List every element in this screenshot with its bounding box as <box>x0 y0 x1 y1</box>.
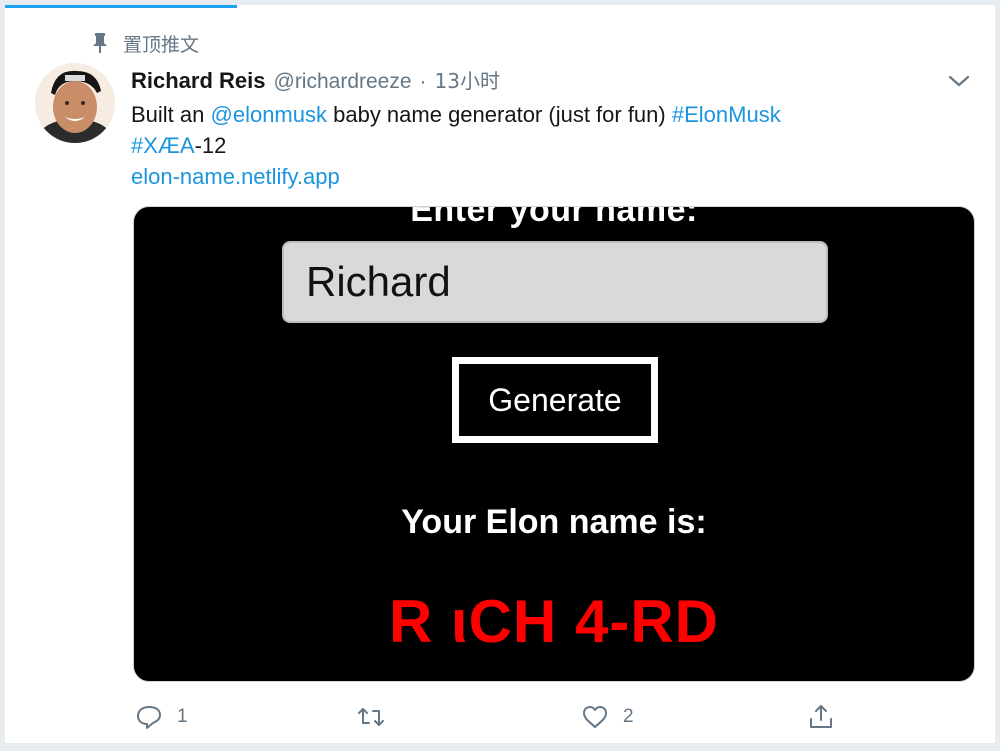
pin-icon <box>93 33 107 53</box>
like-count: 2 <box>623 706 634 727</box>
author-name[interactable]: Richard Reis <box>131 68 266 94</box>
more-options-button[interactable] <box>945 67 973 95</box>
tweet-text-end: -12 <box>194 133 227 158</box>
like-button[interactable]: 2 <box>581 699 634 735</box>
mention-link[interactable]: @elonmusk <box>211 102 328 127</box>
tweet-text: Built an @elonmusk baby name generator (… <box>131 99 951 161</box>
media-heading: Enter your name: <box>410 206 698 229</box>
retweet-button[interactable] <box>357 699 399 735</box>
tweet-actions: 1 2 <box>131 699 851 735</box>
tweet-card[interactable]: 置顶推文 Richard Reis @richardreeze · 13小时 B… <box>4 4 996 744</box>
reply-count: 1 <box>177 706 188 727</box>
pinned-tweet-indicator: 置顶推文 <box>91 31 200 56</box>
result-label: Your Elon name is: <box>401 503 707 541</box>
heart-icon <box>583 706 607 728</box>
share-button[interactable] <box>807 699 835 735</box>
tweet-media-image[interactable]: Enter your name: Generate Your Elon name… <box>133 206 975 682</box>
reply-button[interactable]: 1 <box>135 699 188 735</box>
tweet-time[interactable]: 13小时 <box>435 65 500 94</box>
avatar[interactable] <box>35 63 115 143</box>
result-name: R ιCH 4-RD <box>388 588 719 655</box>
tweet-text-start: Built an <box>131 102 211 127</box>
share-icon <box>810 705 832 728</box>
tweet-text-middle: baby name generator (just for fun) <box>327 102 672 127</box>
chevron-down-icon <box>948 75 970 87</box>
hashtag-link[interactable]: #XÆA <box>131 133 195 158</box>
hashtag-link[interactable]: #ElonMusk <box>672 102 781 127</box>
pinned-label: 置顶推文 <box>123 33 200 56</box>
reply-icon <box>137 706 161 729</box>
separator-dot: · <box>419 70 427 93</box>
name-input[interactable] <box>282 241 828 323</box>
tweet-header: Richard Reis @richardreeze · 13小时 <box>131 65 500 95</box>
external-link[interactable]: elon-name.netlify.app <box>131 161 340 192</box>
generate-button[interactable]: Generate <box>452 357 658 443</box>
active-tab-indicator <box>5 5 237 8</box>
author-handle[interactable]: @richardreeze <box>274 70 412 94</box>
retweet-icon <box>358 708 384 726</box>
